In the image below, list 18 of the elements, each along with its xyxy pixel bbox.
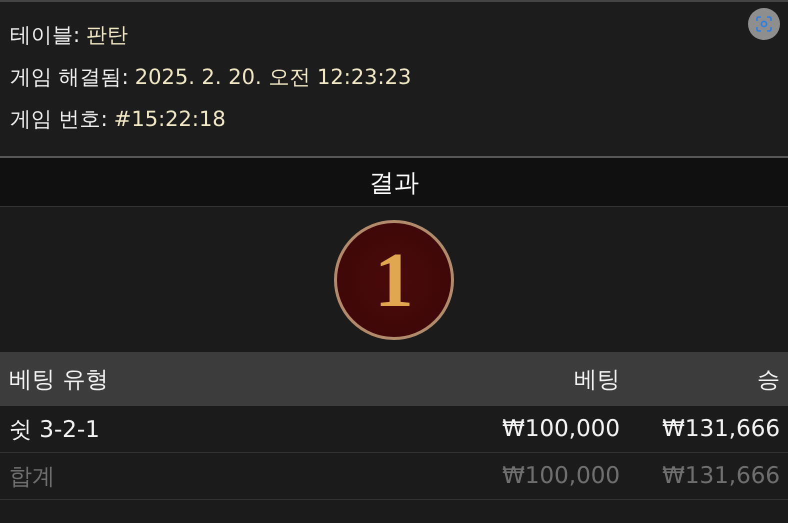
column-header: 베팅 유형 (9, 366, 110, 394)
info-value: 판탄 (86, 23, 128, 47)
info-value: 2025. 2. 20. 오전 12:23:23 (134, 65, 412, 89)
table-cell-text: ₩100,000 (501, 463, 620, 489)
result-header: 결과 (0, 158, 788, 207)
info-label: 게임 해결됨: (10, 65, 129, 89)
column-header: 승 (756, 366, 780, 394)
table-cell-text: 합계 (9, 462, 56, 492)
info-value: #15:22:18 (114, 107, 226, 131)
scan-text-icon[interactable] (748, 8, 780, 40)
table-cell-text: ₩131,666 (661, 463, 780, 489)
table-cell-text: 쉿 3-2-1 (9, 416, 101, 444)
column-header: 베팅 (573, 366, 620, 394)
info-label: 테이블: (10, 23, 80, 47)
table-cell-text: ₩100,000 (501, 416, 620, 442)
info-label: 게임 번호: (10, 107, 108, 131)
table-cell-text: ₩131,666 (661, 416, 780, 442)
result-number-badge: 1 (334, 220, 454, 340)
